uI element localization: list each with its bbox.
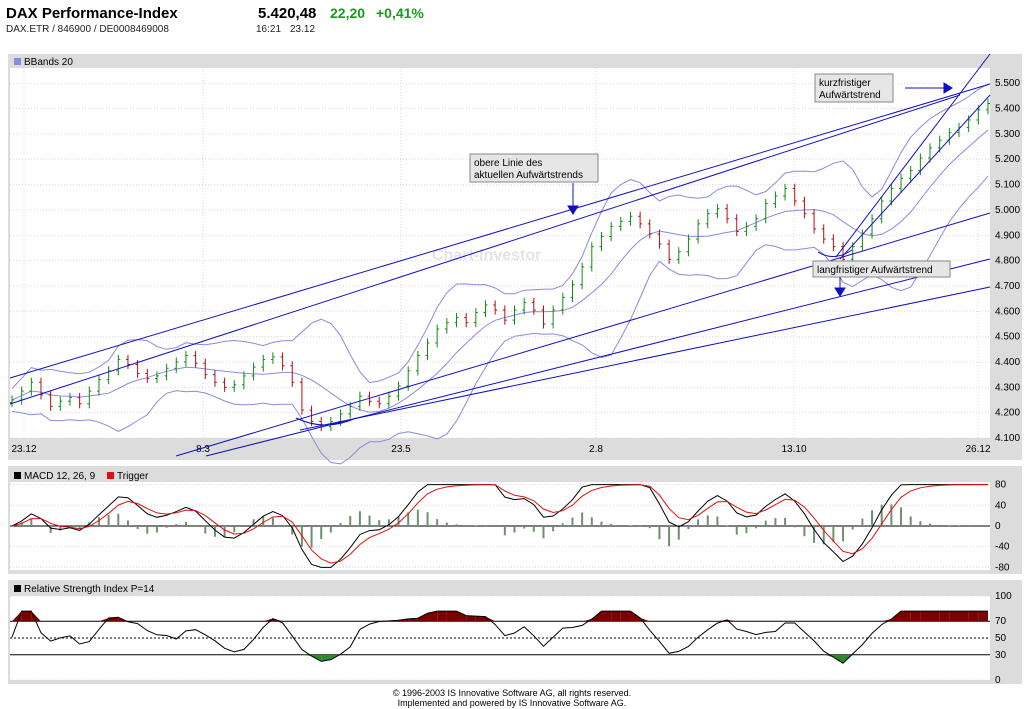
price-x-tick-label: 13.10 <box>781 444 806 455</box>
annotation-short-term-text-2: Aufwärtstrend <box>819 90 881 101</box>
rsi-overbought-fill <box>959 611 969 622</box>
rsi-overbought-fill <box>620 611 631 622</box>
price-y-tick-label: 5.200 <box>995 154 1020 165</box>
price-y-tick-label: 4.900 <box>995 230 1020 241</box>
rsi-overbought-fill <box>978 611 988 622</box>
rsi-y-tick-label: 100 <box>995 591 1012 602</box>
price-x-tick-label: 2.8 <box>589 444 603 455</box>
rsi-y-tick-label: 30 <box>995 650 1007 661</box>
annotation-long-term-text: langfristiger Aufwärtstrend <box>817 265 933 276</box>
rsi-overbought-fill <box>437 611 447 622</box>
price-y-tick-label: 5.500 <box>995 78 1020 89</box>
rsi-overbought-fill <box>21 611 32 622</box>
macd-legend-swatch <box>14 472 21 479</box>
annotation-upper-line: obere Linie des aktuellen Aufwärtstrends <box>469 153 599 183</box>
price-y-tick-label: 4.400 <box>995 357 1020 368</box>
macd-y-tick-label: 0 <box>995 521 1001 532</box>
annotation-short-term: kurzfristiger Aufwärtstrend <box>814 73 894 103</box>
annotation-upper-line-text-2: aktuellen Aufwärtstrends <box>474 170 583 181</box>
rsi-overbought-fill <box>601 611 612 622</box>
macd-y-tick-label: -40 <box>995 542 1010 553</box>
price-y-tick-label: 4.500 <box>995 332 1020 343</box>
bbands-legend-label: BBands 20 <box>24 57 73 68</box>
footer-copyright: © 1996-2003 IS Innovative Software AG, a… <box>392 688 632 698</box>
annotation-upper-line-text-1: obere Linie des <box>474 158 542 169</box>
price-y-tick-label: 4.100 <box>995 433 1020 444</box>
rsi-overbought-fill <box>949 611 960 622</box>
rsi-overbought-fill <box>930 611 940 622</box>
price-y-tick-label: 5.400 <box>995 104 1020 115</box>
rsi-overbought-fill <box>910 611 921 622</box>
price-x-tick-label: 23.12 <box>11 444 36 455</box>
price-y-tick-label: 4.800 <box>995 256 1020 267</box>
rsi-overbought-fill <box>446 611 457 622</box>
rsi-overbought-fill <box>939 611 950 622</box>
price-y-tick-label: 5.300 <box>995 129 1020 140</box>
trigger-legend-label: Trigger <box>117 471 149 482</box>
rsi-legend-swatch <box>14 585 21 592</box>
rsi-overbought-fill <box>611 611 621 622</box>
macd-legend-label: MACD 12, 26, 9 <box>24 471 96 482</box>
price-y-tick-label: 5.100 <box>995 180 1020 191</box>
trigger-legend-swatch <box>107 472 114 479</box>
price-y-tick-label: 4.600 <box>995 306 1020 317</box>
annotation-long-term: langfristiger Aufwärtstrend <box>812 260 951 278</box>
price-y-tick-label: 4.300 <box>995 382 1020 393</box>
rsi-y-tick-label: 0 <box>995 675 1001 686</box>
price-y-tick-label: 4.700 <box>995 281 1020 292</box>
footer-powered-by: Implemented and powered by IS Innovative… <box>397 698 627 708</box>
rsi-overbought-fill <box>901 611 911 622</box>
price-x-tick-label: 23.5 <box>391 444 411 455</box>
chart-canvas: BBands 20 5.500 5.400 5.300 5.200 5.100 5.000… <box>8 53 1022 686</box>
price-x-tick-label: 26.12 <box>965 444 990 455</box>
rsi-overbought-fill <box>968 611 979 622</box>
bbands-legend-swatch <box>14 58 21 65</box>
rsi-y-tick-label: 70 <box>995 616 1007 627</box>
macd-y-tick-label: 40 <box>995 500 1007 511</box>
price-y-tick-label: 5.000 <box>995 205 1020 216</box>
annotation-short-term-text-1: kurzfristiger <box>819 78 871 89</box>
price-y-tick-label: 4.200 <box>995 408 1020 419</box>
rsi-overbought-fill <box>920 611 931 622</box>
macd-y-tick-label: -80 <box>995 562 1010 573</box>
price-y-tick-labels: 5.500 5.400 5.300 5.200 5.100 5.000 4.900 4.800… <box>995 78 1020 444</box>
rsi-y-tick-label: 50 <box>995 633 1007 644</box>
macd-y-tick-label: 80 <box>995 480 1007 491</box>
rsi-legend-label: Relative Strength Index P=14 <box>24 584 155 595</box>
